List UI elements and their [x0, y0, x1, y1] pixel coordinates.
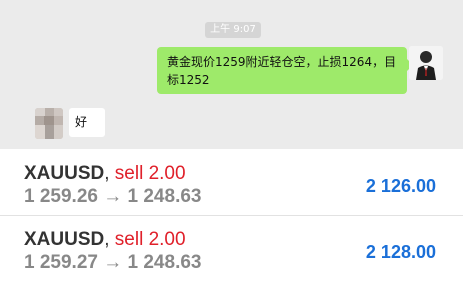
trade-title: XAUUSD, sell 2.00: [24, 229, 186, 251]
trade-prices: 1 259.26 → 1 248.63: [24, 186, 202, 207]
trade-row[interactable]: XAUUSD, sell 2.00 1 259.26 → 1 248.63 2 …: [0, 150, 463, 216]
trade-prices: 1 259.27 → 1 248.63: [24, 252, 202, 273]
sender-avatar[interactable]: [409, 46, 443, 80]
recipient-avatar[interactable]: [35, 108, 63, 139]
trade-profit: 2 126.00: [365, 176, 436, 196]
received-message-bubble[interactable]: 好: [69, 108, 105, 137]
trade-title: XAUUSD, sell 2.00: [24, 163, 186, 185]
trade-separator: ,: [104, 163, 110, 184]
sent-message-bubble[interactable]: 黄金现价1259附近轻仓空，止损1264，目标1252: [157, 47, 413, 94]
person-icon: [409, 46, 443, 80]
trade-row[interactable]: XAUUSD, sell 2.00 1 259.27 → 1 248.63 2 …: [0, 216, 463, 282]
trade-symbol: XAUUSD: [24, 229, 105, 250]
trade-profit: 2 128.00: [365, 242, 436, 262]
message-timestamp: 上午 9:07: [205, 22, 261, 38]
trade-separator: ,: [104, 229, 110, 250]
chat-panel: 上午 9:07 黄金现价1259附近轻仓空，止损1264，目标1252 好: [0, 0, 463, 149]
trade-symbol: XAUUSD: [24, 163, 105, 184]
trade-action: sell 2.00: [114, 229, 186, 250]
trade-action: sell 2.00: [114, 163, 186, 184]
